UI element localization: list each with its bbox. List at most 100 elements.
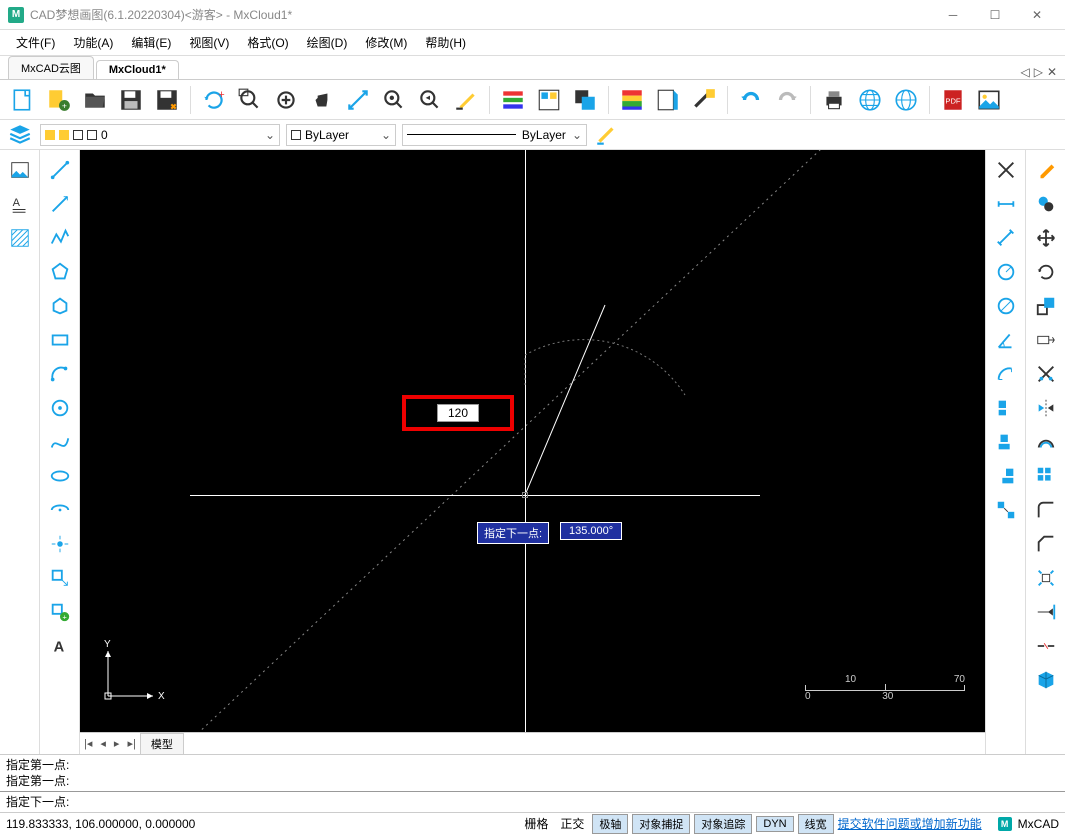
- color-combo[interactable]: ByLayer ⌄: [286, 124, 396, 146]
- new-button[interactable]: [6, 83, 40, 117]
- pdf-button[interactable]: PDF: [936, 83, 970, 117]
- maximize-button[interactable]: ☐: [975, 1, 1015, 29]
- layer-combo[interactable]: 0 ⌄: [40, 124, 280, 146]
- layer-manager-button[interactable]: [6, 123, 34, 147]
- text-button[interactable]: A: [4, 188, 36, 220]
- mirror-button[interactable]: [1030, 392, 1062, 424]
- undo-button[interactable]: [734, 83, 768, 117]
- match-properties-button[interactable]: [687, 83, 721, 117]
- ray-button[interactable]: [44, 188, 76, 220]
- palette-button[interactable]: [615, 83, 649, 117]
- spline-button[interactable]: [44, 426, 76, 458]
- align-left-button[interactable]: [990, 392, 1022, 424]
- extend-button[interactable]: [1030, 596, 1062, 628]
- erase-button[interactable]: [1030, 154, 1062, 186]
- dim-diameter-button[interactable]: [990, 290, 1022, 322]
- menu-function[interactable]: 功能(A): [65, 30, 121, 55]
- chamfer-button[interactable]: [1030, 528, 1062, 560]
- polyline-button[interactable]: [44, 222, 76, 254]
- layout-first-icon[interactable]: |◂: [80, 737, 96, 750]
- highlight-button[interactable]: [449, 83, 483, 117]
- menu-format[interactable]: 格式(O): [239, 30, 296, 55]
- linetype-combo[interactable]: ByLayer ⌄: [402, 124, 587, 146]
- tab-model[interactable]: 模型: [140, 733, 184, 755]
- menu-edit[interactable]: 编辑(E): [123, 30, 179, 55]
- saveas-button[interactable]: [150, 83, 184, 117]
- polygon2-button[interactable]: [44, 290, 76, 322]
- properties-button[interactable]: [651, 83, 685, 117]
- status-lweight[interactable]: 线宽: [798, 814, 834, 834]
- polygon-button[interactable]: [44, 256, 76, 288]
- layout-next-icon[interactable]: ▸: [110, 737, 124, 750]
- status-polar[interactable]: 极轴: [592, 814, 628, 834]
- menu-view[interactable]: 视图(V): [181, 30, 237, 55]
- scale-button[interactable]: [1030, 290, 1062, 322]
- open-button[interactable]: [78, 83, 112, 117]
- dim-arc-button[interactable]: [990, 358, 1022, 390]
- trim-button[interactable]: [1030, 358, 1062, 390]
- tab-next-icon[interactable]: ▷: [1034, 65, 1043, 79]
- layout-prev-icon[interactable]: ◂: [96, 737, 110, 750]
- status-dyn[interactable]: DYN: [756, 816, 793, 832]
- tab-mxcloud1[interactable]: MxCloud1*: [96, 60, 179, 79]
- menu-modify[interactable]: 修改(M): [357, 30, 415, 55]
- zoom-extents-button[interactable]: [269, 83, 303, 117]
- dim-radius-button[interactable]: [990, 256, 1022, 288]
- explode-button[interactable]: [1030, 562, 1062, 594]
- layer-states-button[interactable]: [532, 83, 566, 117]
- pan-button[interactable]: [305, 83, 339, 117]
- redraw-button[interactable]: +: [197, 83, 231, 117]
- tab-mxcad-cloud[interactable]: MxCAD云图: [8, 56, 94, 79]
- image-button[interactable]: [972, 83, 1006, 117]
- status-grid[interactable]: 栅格: [520, 815, 552, 832]
- menu-help[interactable]: 帮助(H): [417, 30, 474, 55]
- zoom-realtime-button[interactable]: [341, 83, 375, 117]
- brand-label[interactable]: MxCAD: [1018, 817, 1059, 831]
- copy-button[interactable]: [1030, 188, 1062, 220]
- dim-linear-button[interactable]: [990, 188, 1022, 220]
- mtext-button[interactable]: A: [44, 630, 76, 662]
- 3d-view-button[interactable]: [1030, 664, 1062, 696]
- block-button[interactable]: [44, 562, 76, 594]
- layer-match-button[interactable]: [568, 83, 602, 117]
- circle-button[interactable]: [44, 392, 76, 424]
- image-insert-button[interactable]: [4, 154, 36, 186]
- zoom-previous-button[interactable]: [413, 83, 447, 117]
- rectangle-button[interactable]: [44, 324, 76, 356]
- distribute-button[interactable]: [990, 494, 1022, 526]
- linetype-edit-button[interactable]: [593, 123, 621, 147]
- web-button[interactable]: [853, 83, 887, 117]
- fillet-button[interactable]: [1030, 494, 1062, 526]
- print-button[interactable]: [817, 83, 851, 117]
- zoom-center-button[interactable]: [377, 83, 411, 117]
- point-button[interactable]: [44, 528, 76, 560]
- stretch-button[interactable]: [1030, 324, 1062, 356]
- offset-button[interactable]: [1030, 426, 1062, 458]
- move-button[interactable]: [1030, 222, 1062, 254]
- layer-properties-button[interactable]: [496, 83, 530, 117]
- status-ortho[interactable]: 正交: [556, 815, 588, 832]
- dim-aligned-button[interactable]: [990, 222, 1022, 254]
- drawing-canvas[interactable]: 120 指定下一点: 135.000° Y X 1070 030: [80, 150, 985, 732]
- tab-close-icon[interactable]: ✕: [1047, 65, 1057, 79]
- tab-prev-icon[interactable]: ◁: [1020, 65, 1029, 79]
- dim-cross-button[interactable]: [990, 154, 1022, 186]
- line-button[interactable]: [44, 154, 76, 186]
- redo-button[interactable]: [770, 83, 804, 117]
- menu-file[interactable]: 文件(F): [8, 30, 63, 55]
- web2-button[interactable]: [889, 83, 923, 117]
- dim-angular-button[interactable]: [990, 324, 1022, 356]
- save-button[interactable]: [114, 83, 148, 117]
- arc-button[interactable]: [44, 358, 76, 390]
- array-button[interactable]: [1030, 460, 1062, 492]
- rotate-button[interactable]: [1030, 256, 1062, 288]
- status-osnap[interactable]: 对象捕捉: [632, 814, 690, 834]
- align-right-button[interactable]: [990, 460, 1022, 492]
- status-otrack[interactable]: 对象追踪: [694, 814, 752, 834]
- ellipse-button[interactable]: [44, 460, 76, 492]
- layout-last-icon[interactable]: ▸|: [123, 737, 139, 750]
- new-dropdown-button[interactable]: +: [42, 83, 76, 117]
- align-center-button[interactable]: [990, 426, 1022, 458]
- zoom-window-button[interactable]: [233, 83, 267, 117]
- dynamic-input[interactable]: 120: [437, 404, 479, 422]
